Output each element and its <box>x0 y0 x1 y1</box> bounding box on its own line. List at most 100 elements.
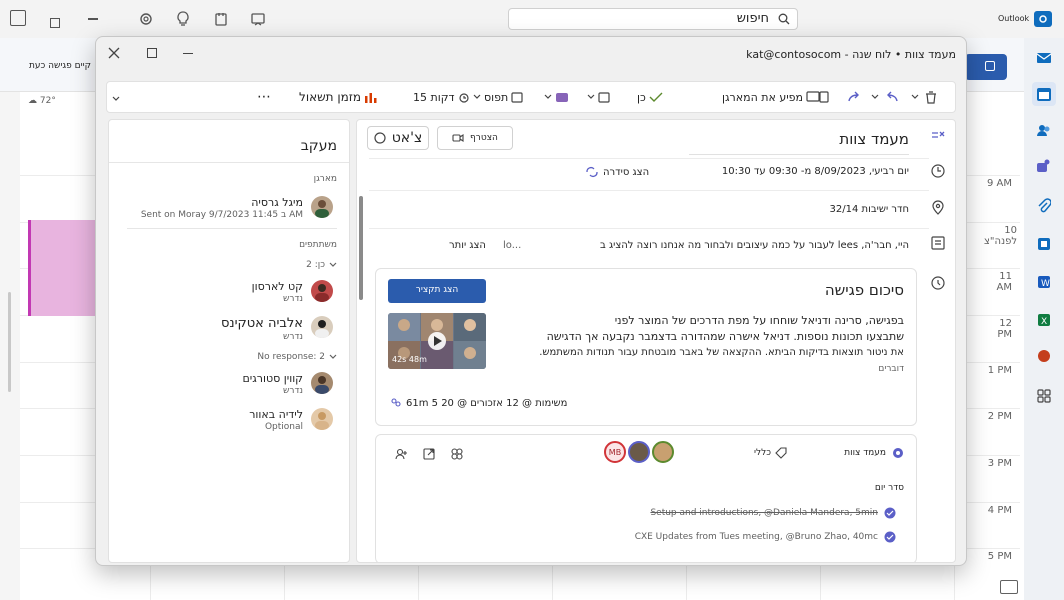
event-location[interactable]: חדר ישיבות 32/14 <box>709 204 909 215</box>
teams-icon[interactable] <box>1032 154 1056 178</box>
weather-label: ☁ 72° <box>28 96 56 106</box>
divider <box>369 190 929 191</box>
person-role: Optional <box>264 422 303 432</box>
powerpoint-icon[interactable] <box>1032 344 1056 368</box>
minimize-icon[interactable] <box>88 18 98 20</box>
chevron-down-icon[interactable] <box>111 94 121 104</box>
event-title-input[interactable]: מעמד צוות <box>689 130 909 155</box>
event-title-icon <box>930 129 946 145</box>
agenda-item-text: Setup and introductions, @Daniela Mander… <box>650 508 878 518</box>
video-icon <box>452 133 464 143</box>
scrollbar[interactable] <box>359 196 363 300</box>
meeting-recap-card: הצג תקציר סיכום פגישה 42s 48m בפגישה, סר… <box>375 268 917 426</box>
people-icon[interactable] <box>1032 118 1056 142</box>
loop-icon <box>451 448 463 460</box>
reminder-button[interactable]: 15 דקות <box>413 82 470 112</box>
settings-icon[interactable] <box>138 11 154 27</box>
yes-group-label: כן: 2 <box>306 260 325 270</box>
recap-title: סיכום פגישה <box>824 281 904 299</box>
chat-icon <box>374 132 386 144</box>
host-button[interactable]: מפיע את המארגן <box>722 82 820 112</box>
apps-icon[interactable] <box>1032 384 1056 408</box>
event-datetime[interactable]: יום רביעי, 8/09/2023 מ- 09:30 עד 10:30 <box>709 166 909 177</box>
new-event-button[interactable] <box>965 54 1007 80</box>
chevron-down-icon[interactable] <box>871 82 879 112</box>
expand-pane-icon[interactable] <box>1000 580 1018 594</box>
more-options-button[interactable]: ⋯ <box>257 82 271 112</box>
chevron-down-icon[interactable] <box>911 82 919 112</box>
add-people-icon <box>395 448 407 460</box>
reply-icon[interactable] <box>885 82 899 112</box>
mail-icon[interactable] <box>1032 46 1056 70</box>
video-duration: 42s 48m <box>392 355 427 364</box>
calendar-icon[interactable] <box>1032 82 1056 106</box>
attachment-icon[interactable] <box>1032 194 1056 218</box>
chat-label: צ'אט <box>391 130 423 146</box>
avatar: MB <box>604 441 626 463</box>
notes-icon[interactable] <box>213 11 229 27</box>
channel-label: מעמד צוות <box>844 448 886 458</box>
delete-icon[interactable] <box>925 82 937 112</box>
recap-icon <box>930 275 946 291</box>
hour-label: 4 PM <box>987 505 1012 516</box>
response-label: כן <box>637 90 646 104</box>
recording-thumbnail[interactable]: 42s 48m <box>388 313 486 369</box>
maximize-icon[interactable] <box>50 18 60 28</box>
join-button[interactable]: הצטרף <box>437 126 513 150</box>
lightbulb-icon[interactable] <box>176 11 190 27</box>
stats-text: 61m 5 משימות @ 12 אזכורים @ 20 <box>406 397 568 409</box>
response-dropdown[interactable]: כן <box>637 82 663 112</box>
avatar <box>311 372 333 394</box>
divider <box>109 162 349 163</box>
recap-stats[interactable]: 61m 5 משימות @ 12 אזכורים @ 20 <box>390 397 567 409</box>
search-input[interactable]: חיפוש <box>508 8 798 30</box>
teams-meeting-icon <box>598 92 610 103</box>
yes-group-header[interactable]: כן: 2 <box>306 260 337 270</box>
teams-meeting-dropdown[interactable] <box>587 82 610 112</box>
forward-icon[interactable] <box>847 82 861 112</box>
meet-now-button[interactable]: קיים פגישה כעת <box>20 54 100 78</box>
event-window-titlebar: מעמד צוות • לוח שנה - kat@contosocom <box>96 37 966 73</box>
person-role: נדרש <box>283 332 303 342</box>
bookings-icon[interactable] <box>1032 232 1056 256</box>
copy-icon[interactable] <box>817 82 829 112</box>
open-in-window-icon <box>423 448 435 460</box>
show-as-dropdown[interactable]: תפוס <box>473 82 523 112</box>
agenda-item[interactable]: Setup and introductions, @Daniela Mander… <box>650 507 896 519</box>
hour-label: 3 PM <box>987 458 1012 469</box>
category-dropdown[interactable] <box>544 82 569 112</box>
word-icon[interactable]: W <box>1032 270 1056 294</box>
person-role: נדרש <box>283 386 303 396</box>
event-description: היי, חבר'ה, lees לעבור על כמה עיצובים ול… <box>600 240 909 251</box>
show-more-link[interactable]: הצג יותר <box>449 240 486 251</box>
person-name: אלביה אטקינס <box>220 316 303 331</box>
excel-icon[interactable]: X <box>1032 308 1056 332</box>
scrollbar[interactable] <box>8 292 11 392</box>
svg-text:X: X <box>1041 317 1047 327</box>
close-icon[interactable] <box>108 47 120 59</box>
person-name: קט לארסון <box>251 280 303 293</box>
participants-label: משתתפים <box>299 240 337 250</box>
whiteboard-icon[interactable] <box>250 11 266 27</box>
agenda-item-text: CXE Updates from Tues meeting, @Bruno Zh… <box>634 532 878 542</box>
scheduling-poll-button[interactable]: מזמן תשאול <box>299 82 378 112</box>
agenda-heading: סדר יום <box>874 483 904 493</box>
organizer-sent: Sent on Moray 9/7/2023 ב 11:45 AM <box>140 210 303 220</box>
hour-label: 9 AM <box>986 178 1012 189</box>
show-summary-button[interactable]: הצג תקציר <box>388 279 486 303</box>
recap-line: שתבצעו תכונות נוספות. דניאל אישרה שמהדור… <box>546 330 904 343</box>
minimize-icon[interactable] <box>183 53 193 55</box>
no-response-group-header[interactable]: No response: 2 <box>257 352 337 362</box>
outlook-app: חיפוש Outlook קיים פגישה כעת ☁ 72° 9 AM … <box>0 0 1064 600</box>
show-series-link[interactable]: הצג סידרה <box>585 166 649 178</box>
show-series-label: הצג סידרה <box>603 166 650 178</box>
maximize-icon[interactable] <box>147 48 157 58</box>
host-label: מפיע את המארגן <box>722 90 804 104</box>
join-label: הצטרף <box>470 133 498 143</box>
channel-tag[interactable]: כללי <box>754 447 787 459</box>
chat-button[interactable]: צ'אט <box>367 126 429 150</box>
general-label: כללי <box>754 448 772 458</box>
restore-icon[interactable] <box>10 10 26 26</box>
notes-channel[interactable]: מעמד צוות <box>844 447 904 459</box>
agenda-item[interactable]: CXE Updates from Tues meeting, @Bruno Zh… <box>635 531 896 543</box>
